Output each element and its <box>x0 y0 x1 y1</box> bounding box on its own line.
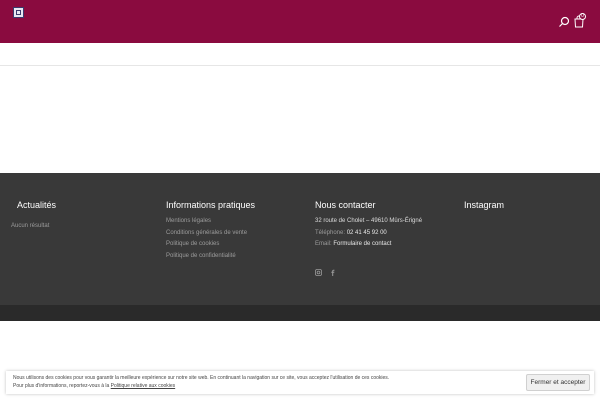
email-label: Email: <box>315 241 332 247</box>
contact-title: Nous contacter <box>315 200 376 210</box>
link-mentions-legales[interactable]: Mentions légales <box>166 217 211 225</box>
cart-count-badge: 0 <box>579 13 586 20</box>
content-divider <box>0 65 600 66</box>
link-cookies-policy[interactable]: Politique de cookies <box>166 240 219 248</box>
instagram-title: Instagram <box>464 200 505 210</box>
link-privacy-policy[interactable]: Politique de confidentialité <box>166 252 236 260</box>
accept-cookies-button[interactable]: Fermer et accepter <box>526 374 590 391</box>
contact-email: Email: Formulaire de contact <box>315 240 391 248</box>
cookie-banner: Nous utilisons des cookies pour vous gar… <box>6 371 594 394</box>
footer-bottom-bar <box>0 305 600 321</box>
contact-address: 32 route de Cholet – 49610 Mûrs-Érigné <box>315 218 423 224</box>
link-cgv[interactable]: Conditions générales de vente <box>166 229 247 237</box>
cookie-message: Nous utilisons des cookies pour vous gar… <box>13 374 389 390</box>
site-header: 0 <box>0 0 600 43</box>
facebook-icon[interactable] <box>329 269 336 276</box>
news-empty-text: Aucun résultat <box>11 223 50 229</box>
phone-value[interactable]: 02 41 45 92 00 <box>347 230 387 236</box>
site-footer: Actualités Aucun résultat Informations p… <box>0 173 600 305</box>
phone-label: Téléphone: <box>315 230 346 236</box>
logo-icon[interactable] <box>13 7 24 18</box>
info-title: Informations pratiques <box>166 200 256 210</box>
cookie-line-2-prefix: Pour plus d'informations, reportez-vous … <box>13 383 110 389</box>
contact-form-link[interactable]: Formulaire de contact <box>333 241 391 247</box>
instagram-icon[interactable] <box>315 269 322 276</box>
cookie-policy-link[interactable]: Politique relative aux cookies <box>111 383 175 389</box>
news-title: Actualités <box>17 200 57 210</box>
contact-phone: Téléphone: 02 41 45 92 00 <box>315 229 387 237</box>
search-icon[interactable] <box>558 16 570 28</box>
cookie-line-1: Nous utilisons des cookies pour vous gar… <box>13 375 390 381</box>
cookie-line-2: Pour plus d'informations, reportez-vous … <box>13 382 389 390</box>
